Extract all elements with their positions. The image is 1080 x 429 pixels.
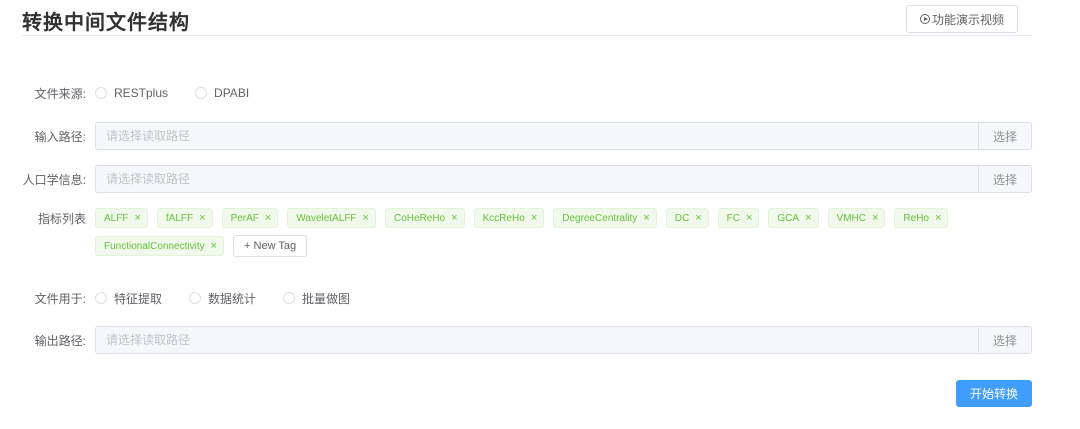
radio-label: 特征提取 (114, 291, 163, 306)
input-path-label: 输入路径: (34, 129, 86, 144)
close-icon[interactable]: × (451, 212, 457, 224)
tag-label: CoHeReHo (393, 212, 446, 224)
input-path-input[interactable] (96, 123, 978, 149)
radio-circle[interactable] (95, 292, 107, 304)
input-path-row: 输入路径: (0, 122, 95, 150)
close-icon[interactable]: × (872, 212, 878, 224)
title-divider (22, 35, 1032, 36)
tag-label: ReHo (903, 212, 929, 224)
metrics-tag-list: ALFF × fALFF × PerAF × WaveletALFF × CoHeReH… (95, 208, 1035, 264)
input-path-choose-button[interactable]: 选择 (978, 123, 1031, 149)
metric-tag-vmhc: VMHC × (827, 208, 886, 228)
close-icon[interactable]: × (643, 212, 649, 224)
input-path-field: 选择 (95, 122, 1032, 150)
radio-circle[interactable] (95, 87, 107, 99)
start-convert-button[interactable]: 开始转换 (956, 380, 1032, 407)
radio-label: 数据统计 (208, 291, 257, 306)
page-title: 转换中间文件结构 (22, 12, 190, 34)
new-tag-button[interactable]: + New Tag (233, 235, 308, 257)
output-path-label: 输出路径: (34, 333, 86, 348)
metric-tag-fc: FC × (717, 208, 760, 228)
tag-label: DC (674, 212, 690, 224)
close-icon[interactable]: × (805, 212, 811, 224)
demographics-choose-button[interactable]: 选择 (978, 166, 1031, 192)
metric-tag-alff: ALFF × (95, 208, 148, 228)
close-icon[interactable]: × (695, 212, 701, 224)
close-icon[interactable]: × (134, 212, 140, 224)
file-usage-row: 文件用于: 特征提取 数据统计 批量做图 (0, 290, 377, 306)
radio-batch-plot[interactable]: 批量做图 (283, 290, 350, 307)
close-icon[interactable]: × (211, 240, 217, 252)
metric-tag-reho: ReHo × (894, 208, 949, 228)
close-icon[interactable]: × (363, 212, 369, 224)
tag-label: PerAF (230, 212, 259, 224)
metrics-label: 指标列表 (37, 211, 86, 226)
radio-circle[interactable] (283, 292, 296, 304)
close-icon[interactable]: × (531, 212, 537, 224)
radio-label: DPABI (214, 86, 250, 100)
tag-label: fALFF (165, 212, 194, 224)
demo-video-button[interactable]: 功能演示视频 (906, 5, 1018, 33)
output-path-field: 选择 (95, 326, 1032, 354)
close-icon[interactable]: × (199, 212, 205, 224)
tag-label: FunctionalConnectivity (104, 240, 205, 252)
demo-video-label: 功能演示视频 (931, 12, 1004, 27)
tag-label: VMHC (836, 212, 866, 224)
file-usage-label: 文件用于: (34, 291, 86, 306)
radio-circle[interactable] (195, 87, 208, 99)
metric-tag-functionalconnectivity: FunctionalConnectivity × (95, 236, 225, 256)
demographics-field: 选择 (95, 165, 1032, 193)
metric-tag-cohereho: CoHeReHo × (384, 208, 465, 228)
radio-circle[interactable] (189, 292, 202, 304)
metric-tag-dc: DC × (665, 208, 709, 228)
file-source-label: 文件来源: (34, 86, 86, 101)
close-icon[interactable]: × (265, 212, 271, 224)
tag-label: DegreeCentrality (562, 212, 638, 224)
file-source-radio-group: RESTplus DPABI (95, 86, 276, 100)
play-circle-icon (919, 14, 930, 24)
tag-label: ALFF (104, 212, 129, 224)
demographics-input[interactable] (96, 166, 978, 192)
metric-tag-gca: GCA × (768, 208, 819, 228)
demographics-label: 人口学信息: (22, 172, 86, 187)
radio-restplus[interactable]: RESTplus (95, 86, 168, 100)
radio-data-statistics[interactable]: 数据统计 (189, 290, 256, 307)
metric-tag-kccreho: KccReHo × (473, 208, 545, 228)
tag-label: KccReHo (482, 212, 525, 224)
radio-label: 批量做图 (302, 291, 351, 306)
close-icon[interactable]: × (746, 212, 752, 224)
file-usage-radio-group: 特征提取 数据统计 批量做图 (95, 290, 377, 307)
tag-label: GCA (777, 212, 800, 224)
metric-tag-degreecentrality: DegreeCentrality × (553, 208, 657, 228)
output-path-row: 输出路径: (0, 326, 95, 354)
radio-label: RESTplus (114, 86, 169, 100)
output-path-input[interactable] (96, 327, 978, 353)
metric-tag-falff: fALFF × (156, 208, 213, 228)
radio-feature-extraction[interactable]: 特征提取 (95, 290, 162, 307)
metric-tag-peraf: PerAF × (221, 208, 279, 228)
radio-dpabi[interactable]: DPABI (195, 86, 249, 100)
output-path-choose-button[interactable]: 选择 (978, 327, 1031, 353)
metrics-row: 指标列表 (0, 210, 95, 226)
close-icon[interactable]: × (935, 212, 941, 224)
tag-label: FC (726, 212, 740, 224)
metric-tag-waveletalff: WaveletALFF × (287, 208, 376, 228)
demographics-row: 人口学信息: (0, 165, 95, 193)
tag-label: WaveletALFF (296, 212, 357, 224)
file-source-row: 文件来源: RESTplus DPABI (0, 85, 276, 101)
